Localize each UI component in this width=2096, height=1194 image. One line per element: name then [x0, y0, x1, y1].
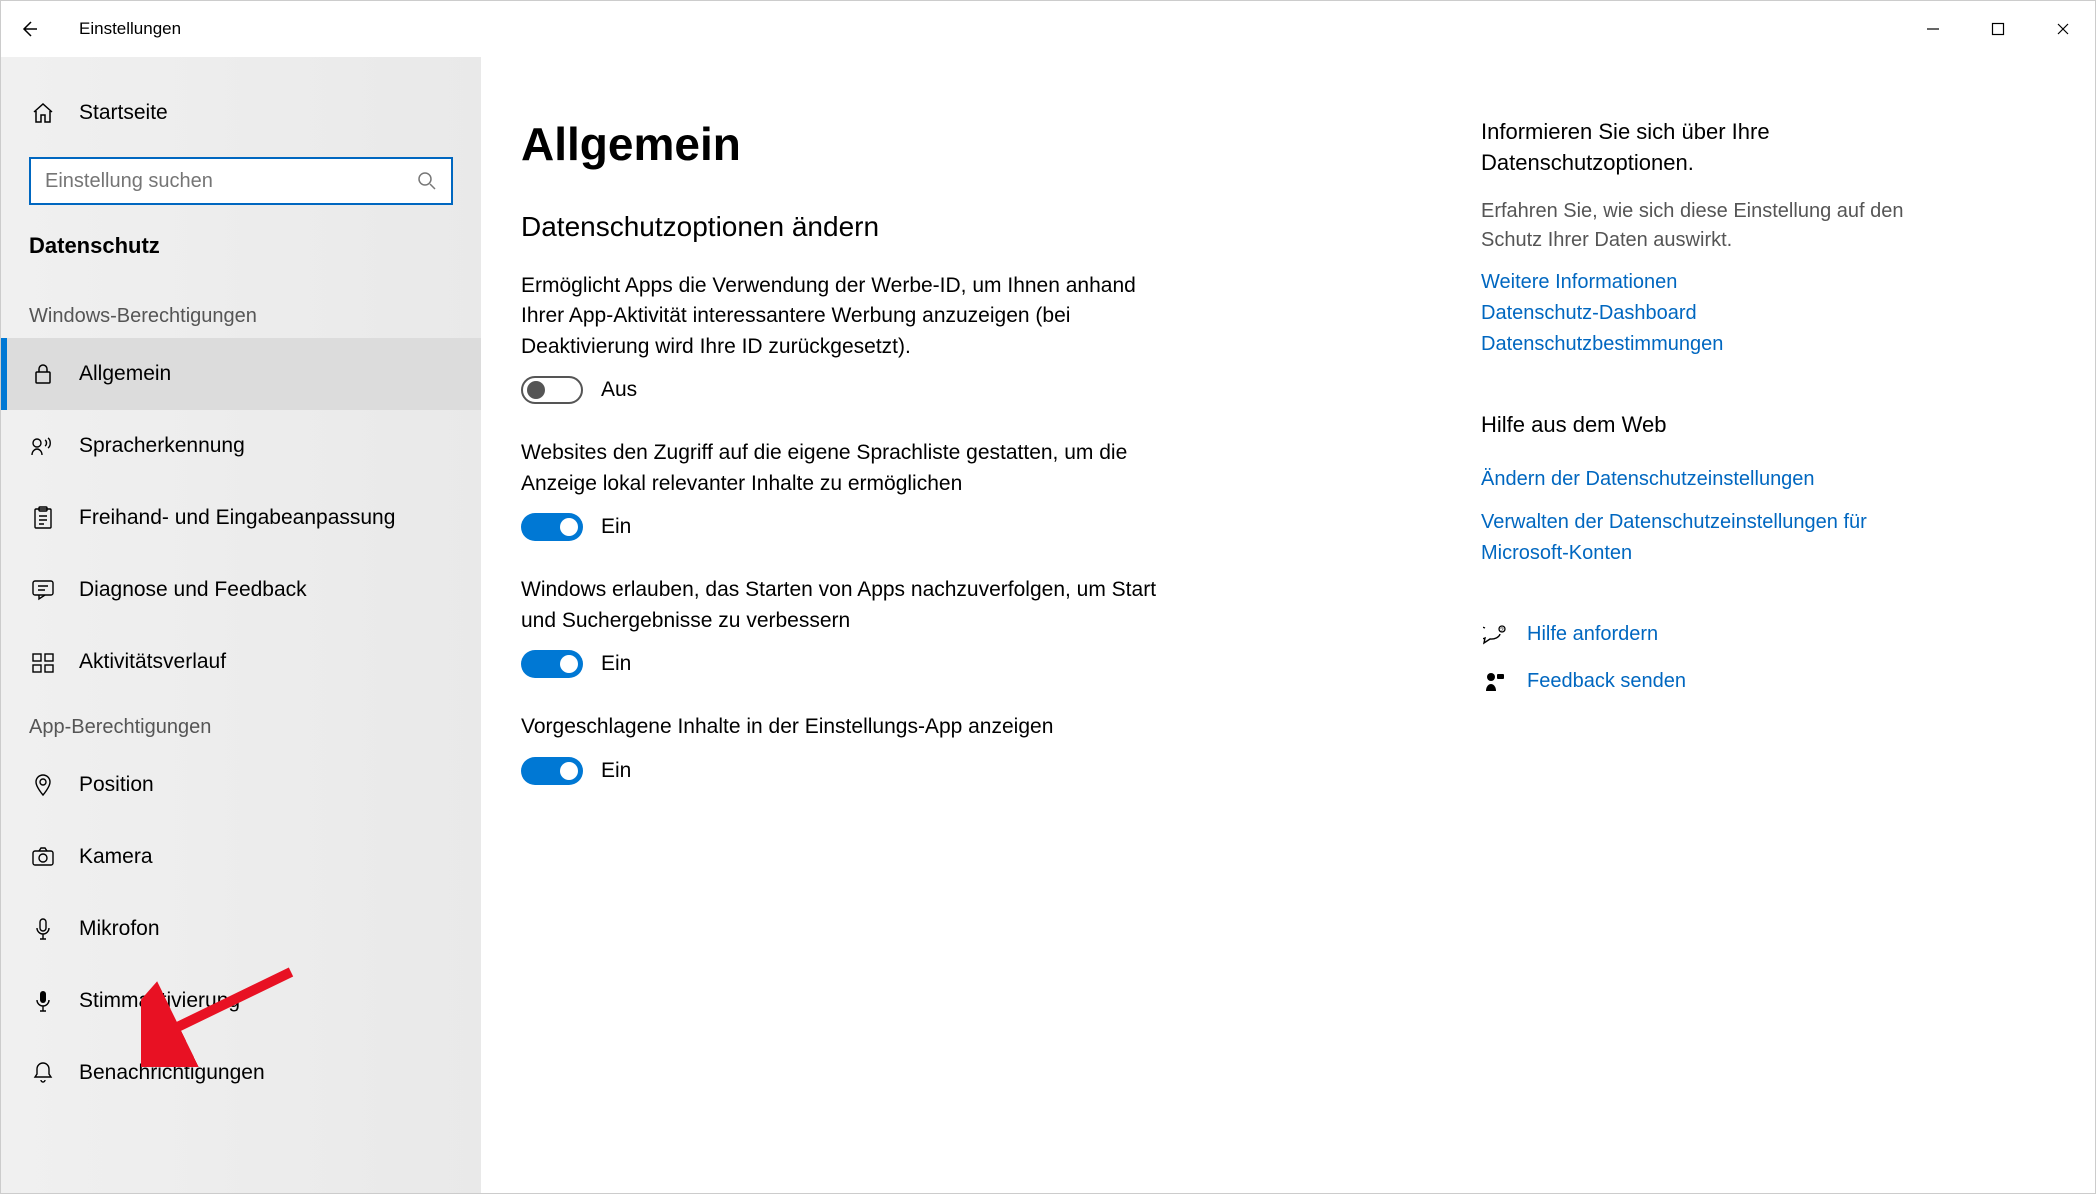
bell-icon	[29, 1059, 57, 1087]
window-title: Einstellungen	[79, 19, 181, 39]
aside-info-heading: Informieren Sie sich über Ihre Datenschu…	[1481, 117, 1911, 179]
search-box[interactable]	[29, 157, 453, 205]
support-feedback[interactable]: Feedback senden	[1481, 666, 1911, 697]
location-icon	[29, 771, 57, 799]
support-label[interactable]: Hilfe anfordern	[1527, 619, 1658, 650]
feedback-icon	[29, 576, 57, 604]
toggle-app-launch-tracking[interactable]	[521, 650, 583, 678]
clipboard-icon	[29, 504, 57, 532]
nav-label: Position	[79, 773, 154, 797]
setting-suggested-content: Vorgeschlagene Inhalte in der Einstellun…	[521, 712, 1181, 784]
close-button[interactable]	[2030, 1, 2095, 57]
nav-label: Allgemein	[79, 362, 171, 386]
nav-speech[interactable]: Spracherkennung	[1, 410, 481, 482]
link-more-info[interactable]: Weitere Informationen	[1481, 267, 1911, 298]
setting-language-list: Websites den Zugriff auf die eigene Spra…	[521, 438, 1181, 541]
minimize-icon	[1926, 22, 1940, 36]
close-icon	[2056, 22, 2070, 36]
link-change-privacy[interactable]: Ändern der Datenschutzeinstellungen	[1481, 464, 1911, 495]
history-icon	[29, 648, 57, 676]
camera-icon	[29, 843, 57, 871]
toggle-advertising-id[interactable]	[521, 376, 583, 404]
arrow-left-icon	[19, 19, 39, 39]
page-heading: Allgemein	[521, 117, 1221, 171]
support-get-help[interactable]: ? Hilfe anfordern	[1481, 619, 1911, 650]
link-privacy-dashboard[interactable]: Datenschutz-Dashboard	[1481, 298, 1911, 329]
link-privacy-statement[interactable]: Datenschutzbestimmungen	[1481, 329, 1911, 360]
section-windows-permissions: Windows-Berechtigungen	[1, 287, 481, 338]
nav-label: Freihand- und Eingabeanpassung	[79, 506, 395, 530]
nav-general[interactable]: Allgemein	[1, 338, 481, 410]
speech-icon	[29, 432, 57, 460]
home-icon	[29, 99, 57, 127]
aside-webhelp-heading: Hilfe aus dem Web	[1481, 410, 1911, 441]
nav-location[interactable]: Position	[1, 749, 481, 821]
sidebar: Startseite Datenschutz Windows-Berechtig…	[1, 57, 481, 1193]
nav-voice-activation[interactable]: Stimmaktivierung	[1, 965, 481, 1037]
mic-icon	[29, 915, 57, 943]
content: Allgemein Datenschutzoptionen ändern Erm…	[481, 57, 2095, 1193]
nav-label: Spracherkennung	[79, 434, 245, 458]
nav-microphone[interactable]: Mikrofon	[1, 893, 481, 965]
minimize-button[interactable]	[1900, 1, 1965, 57]
nav-label: Mikrofon	[79, 917, 160, 941]
search-icon	[417, 171, 437, 191]
nav-label: Stimmaktivierung	[79, 989, 240, 1013]
toggle-state: Aus	[601, 378, 637, 402]
search-input[interactable]	[45, 170, 417, 193]
toggle-state: Ein	[601, 652, 631, 676]
nav-label: Diagnose und Feedback	[79, 578, 307, 602]
nav-label: Kamera	[79, 845, 153, 869]
aside-panel: Informieren Sie sich über Ihre Datenschu…	[1481, 117, 1911, 1193]
toggle-suggested-content[interactable]	[521, 757, 583, 785]
titlebar: Einstellungen	[1, 1, 2095, 57]
category-title: Datenschutz	[1, 233, 481, 287]
nav-inking[interactable]: Freihand- und Eingabeanpassung	[1, 482, 481, 554]
lock-icon	[29, 360, 57, 388]
nav-label: Aktivitätsverlauf	[79, 650, 226, 674]
home-link[interactable]: Startseite	[1, 89, 481, 137]
setting-app-launch-tracking: Windows erlauben, das Starten von Apps n…	[521, 575, 1181, 678]
maximize-icon	[1991, 22, 2005, 36]
section-app-permissions: App-Berechtigungen	[1, 698, 481, 749]
aside-info-note: Erfahren Sie, wie sich diese Einstellung…	[1481, 197, 1911, 255]
feedback-small-icon	[1481, 668, 1509, 696]
nav-camera[interactable]: Kamera	[1, 821, 481, 893]
help-icon: ?	[1481, 621, 1509, 649]
support-label[interactable]: Feedback senden	[1527, 666, 1686, 697]
setting-advertising-id: Ermöglicht Apps die Verwendung der Werbe…	[521, 271, 1181, 404]
setting-desc: Vorgeschlagene Inhalte in der Einstellun…	[521, 712, 1181, 742]
setting-desc: Windows erlauben, das Starten von Apps n…	[521, 575, 1181, 636]
back-button[interactable]	[1, 1, 57, 57]
maximize-button[interactable]	[1965, 1, 2030, 57]
nav-diagnostics[interactable]: Diagnose und Feedback	[1, 554, 481, 626]
page-subheading: Datenschutzoptionen ändern	[521, 211, 1221, 243]
link-manage-ms-privacy[interactable]: Verwalten der Datenschutzeinstellungen f…	[1481, 507, 1911, 569]
toggle-state: Ein	[601, 759, 631, 783]
toggle-state: Ein	[601, 515, 631, 539]
setting-desc: Websites den Zugriff auf die eigene Spra…	[521, 438, 1181, 499]
toggle-language-list[interactable]	[521, 513, 583, 541]
setting-desc: Ermöglicht Apps die Verwendung der Werbe…	[521, 271, 1181, 362]
nav-notifications[interactable]: Benachrichtigungen	[1, 1037, 481, 1109]
nav-activity[interactable]: Aktivitätsverlauf	[1, 626, 481, 698]
home-label: Startseite	[79, 101, 168, 125]
nav-label: Benachrichtigungen	[79, 1061, 265, 1085]
voice-icon	[29, 987, 57, 1015]
